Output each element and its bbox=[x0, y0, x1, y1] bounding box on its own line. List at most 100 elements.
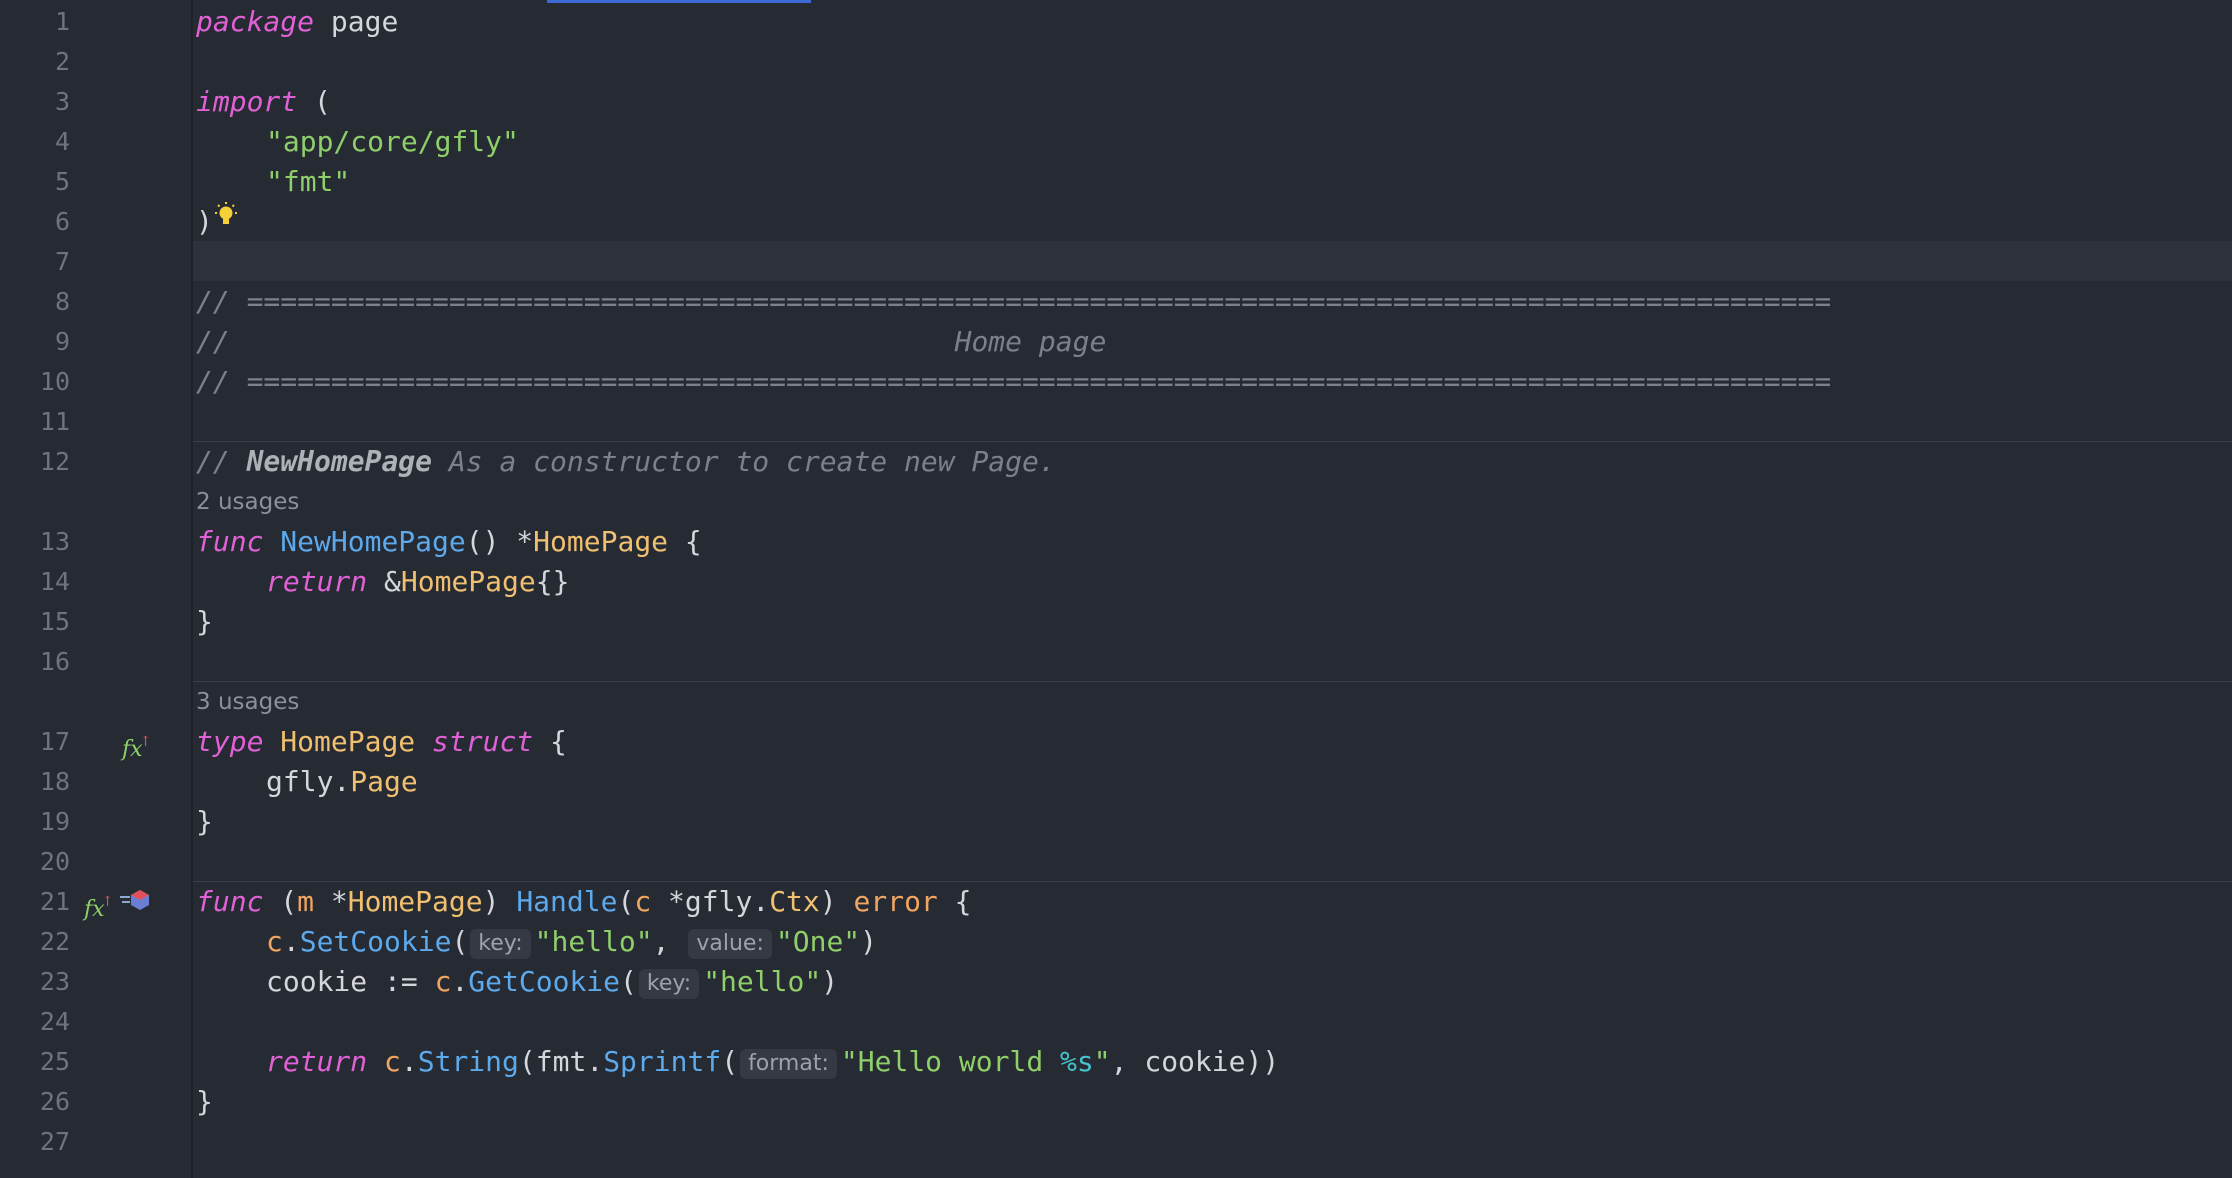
code-line-1[interactable]: package page bbox=[196, 2, 398, 42]
brace: } bbox=[196, 805, 213, 838]
punctuation: ) bbox=[482, 885, 517, 918]
brace: } bbox=[196, 1085, 213, 1118]
comment: // =====================================… bbox=[196, 365, 1832, 398]
line-number: 23 bbox=[39, 967, 70, 996]
line-number: 5 bbox=[54, 167, 70, 196]
current-line-highlight bbox=[0, 241, 2232, 281]
code-line-5[interactable]: "fmt" bbox=[266, 162, 350, 202]
function-name: NewHomePage bbox=[280, 525, 466, 558]
string-literal: "hello" bbox=[534, 925, 653, 958]
code-line-10[interactable]: // =====================================… bbox=[196, 362, 1831, 402]
type-name: HomePage bbox=[280, 725, 416, 758]
punctuation: ( bbox=[263, 885, 298, 918]
active-tab-indicator bbox=[547, 0, 811, 3]
punctuation: ( bbox=[721, 1045, 739, 1078]
code-line-26[interactable]: } bbox=[196, 1082, 213, 1122]
method-call: GetCookie bbox=[468, 965, 621, 998]
comment-text: As a constructor to create new Page. bbox=[432, 445, 1056, 478]
punctuation: ( bbox=[451, 925, 469, 958]
line-number: 17 bbox=[39, 727, 70, 756]
punctuation: & bbox=[367, 565, 401, 598]
format-verb: %s bbox=[1060, 1045, 1094, 1078]
line-number: 14 bbox=[39, 567, 70, 596]
parameter-hint: value: bbox=[688, 929, 772, 959]
function-name: Handle bbox=[516, 885, 618, 918]
implemented-override-icon[interactable]: fx↑ bbox=[122, 727, 151, 765]
usages-hint[interactable]: 3 usages bbox=[196, 682, 299, 722]
function-call: Sprintf bbox=[603, 1045, 722, 1078]
type-name: Page bbox=[350, 765, 418, 798]
line-number: 18 bbox=[39, 767, 70, 796]
code-line-19[interactable]: } bbox=[196, 802, 213, 842]
paren: ( bbox=[297, 85, 331, 118]
method-call: String bbox=[417, 1045, 519, 1078]
parameter-name: c bbox=[634, 885, 652, 918]
return-type: error bbox=[853, 885, 938, 918]
line-number: 20 bbox=[39, 847, 70, 876]
keyword: func bbox=[196, 885, 264, 918]
type-name: Ctx bbox=[769, 885, 820, 918]
code-line-15[interactable]: } bbox=[196, 602, 213, 642]
code-line-3[interactable]: import ( bbox=[196, 82, 331, 122]
code-line-18[interactable]: gfly.Page bbox=[266, 762, 418, 802]
method-call: SetCookie bbox=[299, 925, 452, 958]
comment: // =====================================… bbox=[196, 285, 1832, 318]
code-line-25[interactable]: return c.String(fmt.Sprintf(format: "Hell… bbox=[266, 1042, 1279, 1082]
code-line-17[interactable]: type HomePage struct { bbox=[196, 722, 567, 762]
line-number: 12 bbox=[39, 447, 70, 476]
parameter-hint: key: bbox=[638, 969, 700, 999]
code-line-4[interactable]: "app/core/gfly" bbox=[266, 122, 519, 162]
line-number: 19 bbox=[39, 807, 70, 836]
variable-assignment: cookie := bbox=[266, 965, 435, 998]
punctuation: ) bbox=[821, 965, 839, 998]
code-line-22[interactable]: c.SetCookie(key: "hello", value: "One") bbox=[266, 922, 877, 962]
code-line-23[interactable]: cookie := c.GetCookie(key: "hello") bbox=[266, 962, 838, 1002]
line-number: 21 bbox=[39, 887, 70, 916]
code-line-13[interactable]: func NewHomePage() *HomePage { bbox=[196, 522, 702, 562]
package-qualifier: gfly. bbox=[266, 765, 351, 798]
string-literal: "One" bbox=[775, 925, 861, 958]
line-number: 10 bbox=[39, 367, 70, 396]
line-number: 6 bbox=[54, 207, 70, 236]
method-separator bbox=[193, 681, 2232, 682]
string-literal: " bbox=[1093, 1045, 1111, 1078]
code-line-14[interactable]: return &HomePage{} bbox=[266, 562, 569, 602]
go-to-interface-icon[interactable] bbox=[118, 887, 152, 922]
code-line-9[interactable]: // Home page bbox=[196, 322, 1106, 362]
punctuation: . bbox=[282, 925, 300, 958]
package-name: page bbox=[314, 5, 399, 38]
punctuation: , cookie)) bbox=[1110, 1045, 1280, 1078]
punctuation: . bbox=[400, 1045, 418, 1078]
line-number: 11 bbox=[39, 407, 70, 436]
punctuation: { bbox=[937, 885, 972, 918]
keyword: return bbox=[266, 565, 368, 598]
punctuation: ( bbox=[617, 885, 635, 918]
implemented-override-icon[interactable]: fx↑ bbox=[84, 887, 113, 925]
code-line-21[interactable]: func (m *HomePage) Handle(c *gfly.Ctx) e… bbox=[196, 882, 972, 922]
lightbulb-icon[interactable] bbox=[211, 201, 241, 235]
usages-hint[interactable]: 2 usages bbox=[196, 482, 299, 522]
punctuation: *gfly. bbox=[651, 885, 770, 918]
punctuation: , bbox=[652, 925, 687, 958]
receiver-name: m bbox=[297, 885, 315, 918]
punctuation: {} bbox=[535, 565, 570, 598]
line-number: 25 bbox=[39, 1047, 70, 1076]
brace: } bbox=[196, 605, 213, 638]
line-number: 8 bbox=[54, 287, 70, 316]
keyword: return bbox=[266, 1045, 368, 1078]
code-editor[interactable]: 1 2 3 4 5 6 7 8 9 10 11 12 13 14 15 16 1… bbox=[0, 0, 2232, 1178]
keyword: package bbox=[196, 5, 315, 38]
punctuation: ) bbox=[860, 925, 878, 958]
string-literal: "fmt" bbox=[266, 165, 351, 198]
code-line-8[interactable]: // =====================================… bbox=[196, 282, 1831, 322]
code-line-12[interactable]: // NewHomePage As a constructor to creat… bbox=[196, 442, 1056, 482]
string-literal: "Hello world bbox=[840, 1045, 1061, 1078]
line-number: 26 bbox=[39, 1087, 70, 1116]
line-number: 9 bbox=[54, 327, 70, 356]
punctuation: ( bbox=[620, 965, 637, 998]
line-number: 27 bbox=[39, 1127, 70, 1156]
keyword: import bbox=[196, 85, 298, 118]
comment-prefix: // bbox=[196, 445, 247, 478]
keyword: struct bbox=[432, 725, 534, 758]
